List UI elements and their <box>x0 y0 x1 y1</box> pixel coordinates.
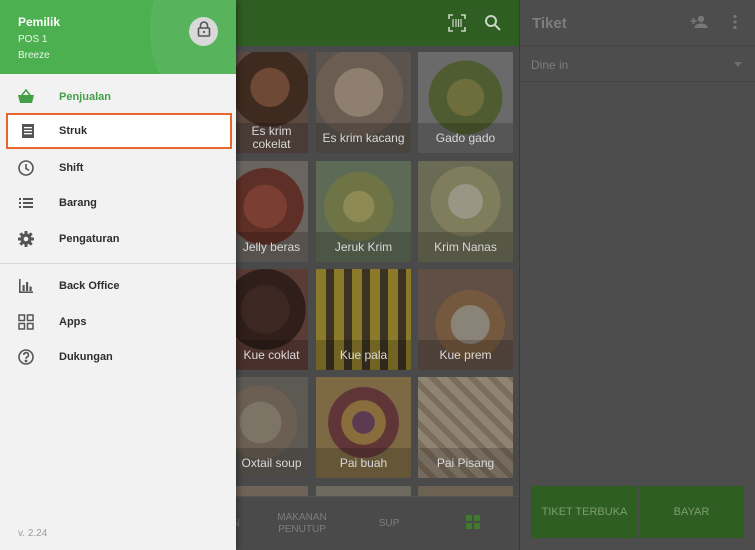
add-person-icon[interactable] <box>690 13 708 31</box>
user-role: Pemilik <box>18 15 61 29</box>
product-tile[interactable]: Es krim kacang <box>316 52 411 153</box>
more-vert-icon[interactable] <box>726 13 744 31</box>
app-version: v. 2.24 <box>18 528 48 539</box>
barcode-scan-icon[interactable] <box>447 13 467 33</box>
nav-item-apps[interactable]: Apps <box>0 304 236 340</box>
nav-item-dukungan[interactable]: Dukungan <box>0 339 236 375</box>
clock-icon <box>17 159 35 177</box>
product-tile[interactable]: Pai Pisang <box>418 377 513 478</box>
ticket-header: Tiket <box>520 0 755 46</box>
nav-item-label: Barang <box>59 197 97 209</box>
ticket-title: Tiket <box>532 15 567 32</box>
product-name: Es krim kacang <box>316 123 411 153</box>
nav-item-penjualan[interactable]: Penjualan <box>0 79 236 115</box>
product-name: Pai Pisang <box>418 448 513 478</box>
nav-item-label: Dukungan <box>59 351 113 363</box>
help-icon <box>17 348 35 366</box>
lock-button[interactable] <box>189 17 218 46</box>
product-name: Kue pala <box>316 340 411 370</box>
nav-item-label: Shift <box>59 162 84 174</box>
dining-option-value: Dine in <box>531 58 569 72</box>
product-name: Jeruk Krim <box>316 232 411 262</box>
grid-icon <box>466 515 480 533</box>
pay-button[interactable]: BAYAR <box>639 486 744 538</box>
drawer-divider <box>0 263 236 264</box>
nav-item-back-office[interactable]: Back Office <box>0 268 236 304</box>
navigation-drawer: Pemilik POS 1 Breeze Penjualan Struk Shi… <box>0 0 236 550</box>
nav-item-label: Back Office <box>59 280 120 292</box>
product-name: Pai buah <box>316 448 411 478</box>
search-icon[interactable] <box>483 13 503 33</box>
product-name: Kue prem <box>418 340 513 370</box>
product-name: Krim Nanas <box>418 232 513 262</box>
product-tile[interactable]: Pai buah <box>316 377 411 478</box>
receipt-icon <box>19 122 37 140</box>
nav-item-barang[interactable]: Barang <box>0 185 236 221</box>
tab-all-items[interactable] <box>440 497 506 550</box>
store-name: Breeze <box>18 50 50 61</box>
product-name: Gado gado <box>418 123 513 153</box>
nav-item-label: Penjualan <box>59 91 111 103</box>
product-tile[interactable] <box>316 486 411 496</box>
product-tile[interactable]: Jeruk Krim <box>316 161 411 262</box>
dining-option-select[interactable]: Dine in <box>520 46 755 82</box>
ticket-panel: Tiket Dine in TIKET TERBUKA BAYAR <box>519 0 755 550</box>
nav-item-label: Apps <box>59 316 87 328</box>
basket-icon <box>17 88 35 106</box>
nav-item-label: Struk <box>59 125 88 137</box>
bar-chart-icon <box>17 277 35 295</box>
lock-icon <box>197 21 211 42</box>
tab-makanan-penutup[interactable]: MAKANAN PENUTUP <box>262 497 342 550</box>
product-tile[interactable]: Kue prem <box>418 269 513 370</box>
open-tickets-button[interactable]: TIKET TERBUKA <box>531 486 638 538</box>
chevron-down-icon <box>734 62 742 67</box>
product-tile[interactable]: Gado gado <box>418 52 513 153</box>
nav-item-struk[interactable]: Struk <box>6 113 232 149</box>
nav-item-shift[interactable]: Shift <box>0 150 236 186</box>
pos-name: POS 1 <box>18 34 48 45</box>
product-tile[interactable]: Kue pala <box>316 269 411 370</box>
list-icon <box>17 194 35 212</box>
product-tile[interactable] <box>418 486 513 496</box>
drawer-header: Pemilik POS 1 Breeze <box>0 0 236 74</box>
product-tile[interactable]: Krim Nanas <box>418 161 513 262</box>
nav-item-label: Pengaturan <box>59 233 120 245</box>
tab-sup[interactable]: SUP <box>358 497 420 550</box>
gear-icon <box>17 230 35 248</box>
apps-icon <box>17 313 35 331</box>
nav-item-pengaturan[interactable]: Pengaturan <box>0 221 236 257</box>
